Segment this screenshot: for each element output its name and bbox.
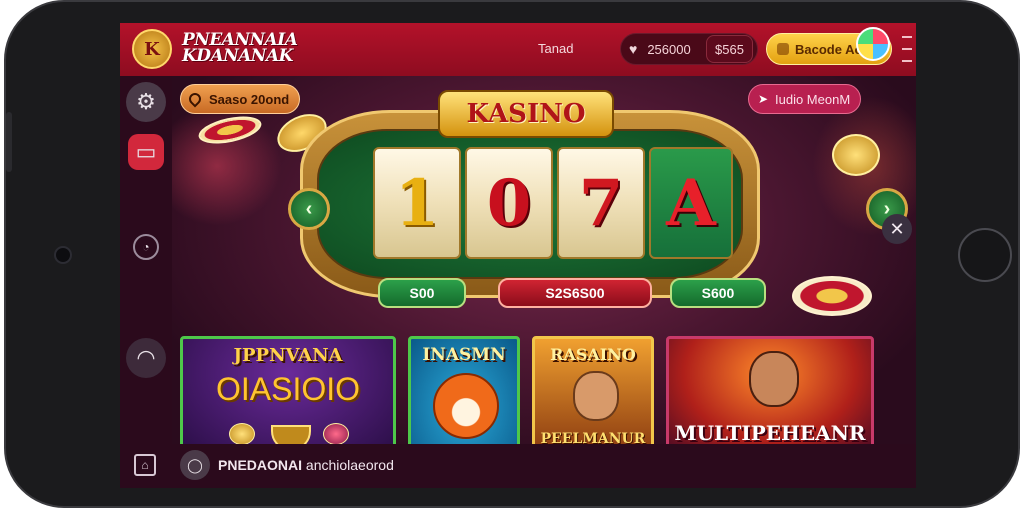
balance-value: 256000 [647,41,691,57]
top-tab-label[interactable]: Tanad [538,41,573,56]
game-screen: K PNEANNAIA KDANANAK Tanad ♥ 256000 $565… [120,23,916,488]
gold-coin [832,134,880,176]
casino-chip [792,276,872,316]
game-card-title: JPPNVANA [233,345,343,366]
game-card[interactable]: JPPNVANA OIASIOIO [180,336,396,444]
bottom-bar: ⌂ ◯ PNEDAONAI anchiolaeorod [120,444,916,488]
fox-mascot [433,373,499,439]
character-portrait [573,371,619,421]
news-ticker: PNEDAONAI anchiolaeorod [218,457,394,473]
clock-icon[interactable]: ◔ [133,234,159,260]
main-stage: Saaso 20ond ➤ Iudio MeonM 1 0 7 A KASINO… [172,76,916,444]
logo-emblem[interactable]: K [132,29,172,69]
game-card-title: RASAINO [550,345,636,364]
slot-title-banner: KASINO [438,90,614,138]
slot-machine: 1 0 7 A [300,110,760,298]
brand-line-2: KDANANAK [182,46,293,66]
bet-value-right[interactable]: S600 [670,278,766,308]
chevron-left-icon[interactable]: ‹ [288,188,330,230]
reel-4: A [649,147,733,259]
character-portrait [749,351,799,407]
gem-icon [323,423,349,444]
bolt-icon: ➤ [758,92,769,106]
top-bar: K PNEANNAIA KDANANAK Tanad ♥ 256000 $565… [120,23,916,76]
bet-amount[interactable]: $565 [706,35,753,63]
home-button[interactable] [958,228,1012,282]
chat-icon[interactable]: ◯ [180,450,210,480]
gear-icon[interactable]: ⚙ [126,82,166,122]
side-button [6,112,12,172]
menu-icon[interactable] [902,36,912,62]
reel-3: 7 [557,147,645,259]
game-card[interactable]: INASMN [408,336,520,444]
shop-icon[interactable]: ⌂ [134,454,156,476]
promo-right-label: Iudio MeonM [775,91,851,107]
promo-pill-right[interactable]: ➤ Iudio MeonM [748,84,862,114]
promo-left-label: Saaso 20ond [209,91,290,107]
phone-frame: K PNEANNAIA KDANANAK Tanad ♥ 256000 $565… [4,0,1020,508]
bag-icon[interactable]: ◠ [126,338,166,378]
heart-icon: ♥ [629,41,638,57]
ticker-bold: PNEDAONAI [218,457,303,473]
brand-logo: PNEANNAIA KDANANAK [182,32,298,66]
game-card[interactable]: RASAINO PEELMANUR [532,336,654,444]
game-card[interactable]: MULTIPEHEANR [666,336,874,444]
sidebar: ⚙ ▭ ◔ ◠ [120,76,172,444]
bet-value-left[interactable]: S00 [378,278,466,308]
pot-icon [271,425,311,444]
camera [54,246,72,264]
game-card-logo: OIASIOIO [215,371,361,407]
gold-coin [229,423,255,444]
ticker-text: anchiolaeorod [302,457,394,473]
promo-pill-left[interactable]: Saaso 20ond [180,84,301,114]
reel-1: 1 [373,147,461,259]
slot-reel-area: 1 0 7 A [317,129,743,279]
location-pin-icon [186,90,204,108]
colorful-ball-icon[interactable] [856,27,890,61]
close-icon[interactable]: ✕ [882,214,912,244]
tv-icon[interactable]: ▭ [128,134,164,170]
game-card-subtitle: MULTIPEHEANR [674,421,866,444]
game-card-title: INASMN [422,345,506,365]
reel-2: 0 [465,147,553,259]
deposit-label: Bacode Ao [795,41,863,57]
game-card-subtitle: PEELMANUR [540,431,646,444]
spin-value-center[interactable]: S2S6S00 [498,278,652,308]
